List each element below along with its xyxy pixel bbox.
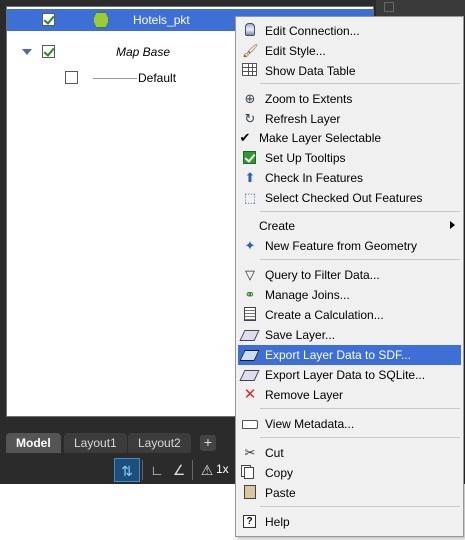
menu-item-manage-joins[interactable]: ⚭ Manage Joins... [238, 285, 461, 305]
menu-separator [260, 408, 460, 409]
zoom-extents-icon: ⊕ [244, 91, 256, 106]
filter-icon: ▽ [245, 267, 255, 282]
menu-item-create[interactable]: Create [238, 216, 461, 236]
database-icon [245, 23, 255, 36]
new-feature-icon: ✦ [244, 238, 256, 253]
remove-x-icon: ✕ [243, 386, 257, 403]
help-icon: ? [243, 515, 256, 528]
menu-item-edit-connection[interactable]: Edit Connection... [238, 21, 461, 41]
menu-item-edit-style[interactable]: 🖌 Edit Style... [238, 41, 461, 61]
menu-item-new-feature-from-geometry[interactable]: ✦ New Feature from Geometry [238, 236, 461, 256]
menu-item-select-checked-out-features[interactable]: ⬚ Select Checked Out Features [238, 188, 461, 208]
layer-label: Hotels_pkt [133, 13, 190, 27]
export-sdf-icon [239, 350, 260, 361]
paintbrush-icon: 🖌 [242, 43, 259, 58]
save-layer-icon [239, 330, 260, 341]
export-sqlite-icon [239, 370, 260, 381]
menu-separator [260, 506, 460, 507]
layer-context-menu: Edit Connection... 🖌 Edit Style... Show … [235, 16, 464, 537]
add-layout-button[interactable]: + [200, 435, 216, 451]
select-features-icon: ⬚ [243, 190, 257, 205]
scissors-icon: ✂ [244, 445, 256, 460]
line-style-icon [93, 78, 137, 79]
check-in-features-icon: ⬆ [244, 170, 256, 185]
status-separator [142, 460, 143, 480]
tab-layout2[interactable]: Layout2 [128, 433, 191, 453]
tab-model[interactable]: Model [6, 433, 61, 453]
menu-separator [260, 259, 460, 260]
menu-separator [260, 211, 460, 212]
menu-item-set-up-tooltips[interactable]: Set Up Tooltips [238, 148, 461, 168]
menu-item-show-data-table[interactable]: Show Data Table [238, 61, 461, 81]
panel-button-icon[interactable] [384, 2, 394, 12]
joins-icon: ⚭ [244, 287, 256, 302]
menu-item-export-layer-data-to-sdf[interactable]: Export Layer Data to SDF... [238, 345, 461, 365]
expand-triangle-icon[interactable] [22, 49, 32, 55]
menu-item-query-to-filter-data[interactable]: ▽ Query to Filter Data... [238, 265, 461, 285]
menu-item-make-layer-selectable[interactable]: ✔ Make Layer Selectable [238, 128, 461, 148]
menu-item-help[interactable]: ? Help [238, 512, 461, 532]
panel-title-strip [376, 0, 465, 16]
menu-item-refresh-layer[interactable]: ↻ Refresh Layer [238, 109, 461, 129]
layer-label: Default [138, 71, 177, 85]
paste-icon [244, 485, 256, 499]
point-style-hexagon-icon [93, 12, 109, 28]
menu-item-check-in-features[interactable]: ⬆ Check In Features [238, 168, 461, 188]
menu-item-remove-layer[interactable]: ✕ Remove Layer [238, 385, 461, 405]
calculator-icon [244, 307, 256, 321]
menu-separator [260, 83, 460, 84]
menu-item-copy[interactable]: Copy [238, 463, 461, 483]
menu-item-export-layer-data-to-sqlite[interactable]: Export Layer Data to SQLite... [238, 365, 461, 385]
status-separator [192, 460, 193, 480]
submenu-arrow-icon [450, 221, 455, 229]
tooltip-checkbox-icon [243, 151, 256, 164]
coordinate-swap-icon[interactable]: ⇅ [114, 458, 140, 482]
group-label: Map Base [116, 45, 171, 59]
checkmark-icon: ✔ [239, 130, 251, 145]
menu-item-save-layer[interactable]: Save Layer... [238, 325, 461, 345]
data-table-icon [242, 63, 257, 76]
group-visibility-checkbox[interactable] [42, 45, 55, 58]
menu-item-zoom-to-extents[interactable]: ⊕ Zoom to Extents [238, 89, 461, 109]
polar-tracking-icon[interactable]: ∠ [166, 458, 192, 482]
menu-item-create-a-calculation[interactable]: Create a Calculation... [238, 305, 461, 325]
metadata-icon [242, 420, 258, 429]
refresh-icon: ↻ [244, 111, 256, 126]
tab-layout1[interactable]: Layout1 [64, 433, 127, 453]
layer-visibility-checkbox[interactable] [65, 71, 78, 84]
copy-icon [244, 467, 254, 479]
menu-separator [260, 437, 460, 438]
menu-item-cut[interactable]: ✂ Cut [238, 443, 461, 463]
annotation-scale-value[interactable]: 1x [216, 462, 229, 476]
layer-visibility-checkbox[interactable] [42, 13, 55, 26]
menu-item-view-metadata[interactable]: View Metadata... [238, 414, 461, 434]
menu-item-paste[interactable]: Paste [238, 483, 461, 503]
